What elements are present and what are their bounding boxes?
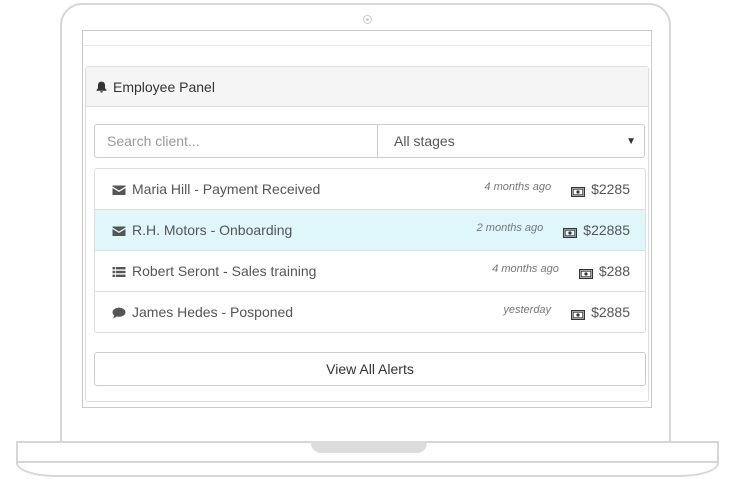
alert-row[interactable]: Robert Seront - Sales training 4 months a…: [95, 250, 645, 291]
laptop-notch: [311, 441, 427, 453]
alert-title: Maria Hill - Payment Received: [132, 181, 321, 197]
alert-title: Robert Seront - Sales training: [132, 263, 317, 279]
alert-row[interactable]: James Hedes - Posponed yesterday $2885: [95, 291, 645, 332]
filter-bar: All stages ▼: [94, 124, 645, 158]
laptop-base-bottom: [16, 463, 719, 477]
panel-heading: Employee Panel: [86, 67, 648, 107]
money-icon: [563, 225, 578, 239]
panel-title: Employee Panel: [113, 78, 215, 95]
stage-select-value: All stages: [394, 133, 455, 149]
comment-icon: [112, 306, 126, 319]
alert-amount: $2885: [591, 304, 630, 320]
divider: [83, 45, 651, 46]
money-icon: [571, 184, 586, 198]
alert-amount: $288: [598, 263, 630, 279]
camera-icon: [363, 15, 372, 24]
money-icon: [571, 307, 586, 321]
view-all-alerts-button[interactable]: View All Alerts: [94, 352, 646, 386]
alert-title: R.H. Motors - Onboarding: [132, 222, 293, 238]
money-icon: [578, 266, 593, 280]
employee-panel: Employee Panel All stages ▼ Maria Hill -…: [85, 66, 649, 402]
alert-title: James Hedes - Posponed: [132, 304, 294, 320]
search-input[interactable]: [94, 124, 378, 158]
alert-amount: $2285: [591, 181, 630, 197]
caret-down-icon: ▼: [626, 135, 636, 147]
stage-select[interactable]: All stages ▼: [378, 124, 645, 158]
alert-amount: $22885: [583, 222, 630, 238]
alert-time: 2 months ago: [476, 222, 544, 234]
list-icon: [112, 265, 126, 277]
alert-list: Maria Hill - Payment Received 4 months ag…: [94, 168, 646, 333]
alert-row[interactable]: R.H. Motors - Onboarding 2 months ago $228…: [95, 209, 645, 250]
alert-time: yesterday: [503, 304, 552, 316]
laptop-screen: Employee Panel All stages ▼ Maria Hill -…: [82, 30, 652, 408]
envelope-icon: [112, 183, 126, 195]
bell-icon: [96, 81, 107, 93]
alert-time: 4 months ago: [492, 263, 559, 275]
alert-row[interactable]: Maria Hill - Payment Received 4 months ag…: [95, 169, 645, 209]
alert-time: 4 months ago: [484, 181, 552, 193]
envelope-icon: [112, 224, 126, 236]
